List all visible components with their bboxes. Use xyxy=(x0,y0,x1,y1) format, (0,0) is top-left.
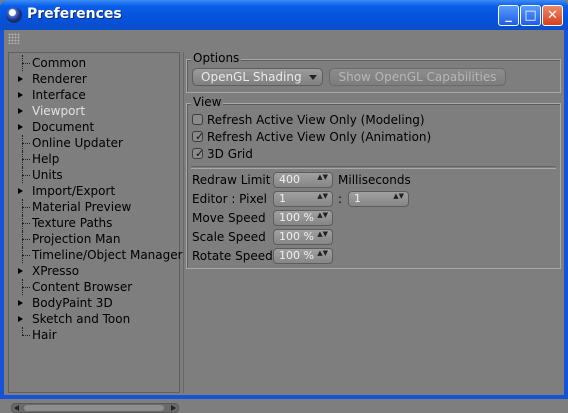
spinner-arrows-icon[interactable]: ▲▼ xyxy=(317,174,328,181)
minimize-button[interactable]: _ xyxy=(498,5,519,26)
sidebar-item-label: Material Preview xyxy=(32,200,132,214)
title-bar[interactable]: Preferences _ □ ✕ xyxy=(0,0,568,30)
shading-dropdown[interactable]: OpenGL Shading xyxy=(192,68,323,86)
editor-pixel-y-field[interactable]: 1 ▲▼ xyxy=(348,191,409,207)
sidebar-item-label: Content Browser xyxy=(32,280,133,294)
view-group-title: View xyxy=(191,95,224,109)
sidebar-item-label: Texture Paths xyxy=(32,216,113,230)
checkbox-box xyxy=(192,114,203,125)
sidebar-item-label: Viewport xyxy=(32,104,86,118)
tree-connector-icon xyxy=(22,223,30,224)
refresh-modeling-label: Refresh Active View Only (Modeling) xyxy=(207,113,425,127)
view-group: View Refresh Active View Only (Modeling)… xyxy=(186,95,561,269)
tree-connector-icon xyxy=(22,143,30,144)
tree-connector-icon xyxy=(22,159,30,160)
move-speed-value: 100 % xyxy=(279,211,314,224)
grip-handle-icon[interactable] xyxy=(8,33,20,44)
spinner-arrows-icon[interactable]: ▲▼ xyxy=(317,250,328,257)
redraw-limit-value: 400 xyxy=(279,173,300,186)
tree-connector-icon xyxy=(22,335,30,336)
tree-connector-icon xyxy=(22,63,30,64)
chevron-down-icon xyxy=(309,75,317,80)
sidebar-item-label: Projection Man xyxy=(32,232,121,246)
sidebar-item-label: Renderer xyxy=(32,72,87,86)
sidebar-item-label: BodyPaint 3D xyxy=(32,296,113,310)
move-speed-field[interactable]: 100 % ▲▼ xyxy=(273,210,333,226)
expand-arrow-icon[interactable] xyxy=(18,300,23,306)
shading-dropdown-value: OpenGL Shading xyxy=(201,70,302,84)
spinner-arrows-icon[interactable]: ▲▼ xyxy=(317,193,328,200)
sidebar-item-label: Document xyxy=(32,120,95,134)
rotate-speed-value: 100 % xyxy=(279,249,314,262)
sidebar-item-label: Common xyxy=(32,56,87,70)
tree-connector-icon xyxy=(22,239,30,240)
app-logo-icon xyxy=(6,7,22,23)
tree-connector-icon xyxy=(22,255,30,256)
close-button[interactable]: ✕ xyxy=(542,5,563,26)
checkbox-box: ✓ xyxy=(192,147,205,160)
spinner-arrows-icon[interactable]: ▲▼ xyxy=(393,193,404,200)
scrollbar-thumb[interactable] xyxy=(24,405,164,411)
editor-pixel-label: Editor : Pixel xyxy=(192,192,267,206)
window-title: Preferences xyxy=(27,6,122,22)
expand-arrow-icon[interactable] xyxy=(18,92,23,98)
editor-pixel-x-value: 1 xyxy=(279,192,286,205)
options-group: Options OpenGL Shading Show OpenGL Capab… xyxy=(186,51,561,93)
tree-connector-icon xyxy=(22,327,23,335)
sidebar-item-label: Hair xyxy=(32,328,57,342)
move-speed-label: Move Speed xyxy=(192,211,266,225)
editor-pixel-separator: : xyxy=(338,192,343,206)
redraw-limit-unit: Milliseconds xyxy=(338,173,411,187)
view-separator xyxy=(191,166,556,169)
spinner-arrows-icon[interactable]: ▲▼ xyxy=(317,231,328,238)
sidebar-item-label: Import/Export xyxy=(32,184,116,198)
spinner-arrows-icon[interactable]: ▲▼ xyxy=(317,212,328,219)
sidebar-item-label: Timeline/Object Manager xyxy=(32,248,183,262)
scroll-right-arrow-icon[interactable] xyxy=(171,405,176,411)
show-opengl-capabilities-button[interactable]: Show OpenGL Capabilities xyxy=(329,68,506,86)
checkmark-icon: ✓ xyxy=(195,130,205,143)
horizontal-scrollbar[interactable] xyxy=(11,403,179,413)
expand-arrow-icon[interactable] xyxy=(18,76,23,82)
sidebar-item-label: Sketch and Toon xyxy=(32,312,131,326)
redraw-limit-field[interactable]: 400 ▲▼ xyxy=(273,172,333,188)
options-group-title: Options xyxy=(191,51,242,65)
sidebar-item-label: Interface xyxy=(32,88,86,102)
scroll-left-arrow-icon[interactable] xyxy=(14,405,19,411)
expand-arrow-icon[interactable] xyxy=(18,188,23,194)
maximize-button[interactable]: □ xyxy=(520,5,541,26)
expand-arrow-icon[interactable] xyxy=(18,316,23,322)
scale-speed-field[interactable]: 100 % ▲▼ xyxy=(273,229,333,245)
checkbox-box: ✓ xyxy=(192,130,205,143)
refresh-animation-label: Refresh Active View Only (Animation) xyxy=(207,130,432,144)
rotate-speed-field[interactable]: 100 % ▲▼ xyxy=(273,248,333,264)
sidebar-item-label: Help xyxy=(32,152,60,166)
3d-grid-label: 3D Grid xyxy=(207,147,253,161)
client-area: Common Renderer Interface Viewport Document O… xyxy=(4,30,564,413)
editor-pixel-x-field[interactable]: 1 ▲▼ xyxy=(273,191,333,207)
editor-pixel-y-value: 1 xyxy=(354,192,361,205)
tree-connector-icon xyxy=(22,207,30,208)
expand-arrow-icon[interactable] xyxy=(18,124,23,130)
tree-connector-icon xyxy=(22,175,30,176)
panel-divider[interactable] xyxy=(183,52,184,393)
sidebar-item-label: XPresso xyxy=(32,264,80,278)
sidebar-item-label: Online Updater xyxy=(32,136,123,150)
sidebar-tree: Common Renderer Interface Viewport Document O… xyxy=(8,52,183,413)
scale-speed-label: Scale Speed xyxy=(192,230,266,244)
sidebar-item-label: Units xyxy=(32,168,63,182)
expand-arrow-icon[interactable] xyxy=(18,108,23,114)
tree-connector-icon xyxy=(22,287,30,288)
redraw-limit-label: Redraw Limit xyxy=(192,173,271,187)
scale-speed-value: 100 % xyxy=(279,230,314,243)
preferences-window: Preferences _ □ ✕ Common Renderer Interfac… xyxy=(0,0,568,413)
expand-arrow-icon[interactable] xyxy=(18,268,23,274)
rotate-speed-label: Rotate Speed xyxy=(192,249,273,263)
checkmark-icon: ✓ xyxy=(195,147,205,160)
